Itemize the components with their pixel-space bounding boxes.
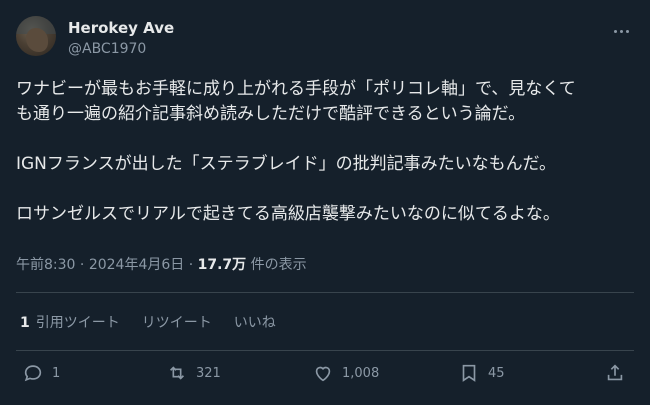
share-icon <box>607 364 623 381</box>
tweet-line: ロサンゼルスでリアルで起きてる高級店襲撃みたいなのに似てるよな。 <box>16 204 560 224</box>
tweet-line: IGNフランスが出した「ステラブレイド」の批判記事みたいなもんだ。 <box>16 154 557 174</box>
more-options-icon[interactable] <box>608 18 634 44</box>
separator: · <box>75 257 89 273</box>
divider <box>16 292 634 293</box>
quote-count: 1 <box>20 315 30 331</box>
bookmark-button[interactable]: 45 <box>458 362 505 384</box>
author-name[interactable]: Herokey Ave <box>68 19 174 37</box>
tweet-date[interactable]: 2024年4月6日 <box>89 257 184 273</box>
reply-icon <box>24 365 42 382</box>
share-button[interactable] <box>604 362 634 384</box>
view-label: 件の表示 <box>246 257 307 273</box>
bookmark-count: 45 <box>488 365 505 381</box>
bookmark-icon <box>462 364 476 382</box>
likes-link[interactable]: いいね <box>234 312 276 332</box>
avatar[interactable] <box>16 16 56 56</box>
separator: · <box>184 257 198 273</box>
tweet-text: ワナビーが最もお手軽に成り上がれる手段が「ポリコレ軸」で、見なくて も通り一遍の… <box>16 77 636 227</box>
view-count: 17.7万 <box>197 257 247 273</box>
tweet-line: ワナビーが最もお手軽に成り上がれる手段が「ポリコレ軸」で、見なくて <box>16 79 576 99</box>
quote-label: 引用ツイート <box>35 315 120 331</box>
engagement-stats: 1 引用ツイート リツイート いいね <box>20 312 276 332</box>
action-bar: 1 321 1,008 45 <box>16 362 634 398</box>
divider <box>16 350 634 351</box>
like-button[interactable]: 1,008 <box>312 362 379 384</box>
tweet-line: も通り一遍の紹介記事斜め読みしただけで酷評できるという論だ。 <box>16 104 526 124</box>
retweet-count: 321 <box>196 365 221 381</box>
author-handle[interactable]: @ABC1970 <box>68 41 146 57</box>
reply-count: 1 <box>52 365 61 381</box>
retweet-button[interactable]: 321 <box>166 362 221 384</box>
tweet-meta: 午前8:30 · 2024年4月6日 · 17.7万 件の表示 <box>16 254 307 274</box>
retweets-link[interactable]: リツイート <box>142 312 212 332</box>
reply-button[interactable]: 1 <box>22 362 60 384</box>
quote-tweets-link[interactable]: 1 引用ツイート <box>20 312 120 332</box>
like-count: 1,008 <box>342 365 380 381</box>
tweet-time[interactable]: 午前8:30 <box>16 257 75 273</box>
tweet-header: Herokey Ave @ABC1970 <box>16 12 634 60</box>
retweet-icon <box>169 366 185 380</box>
heart-icon <box>315 366 331 382</box>
